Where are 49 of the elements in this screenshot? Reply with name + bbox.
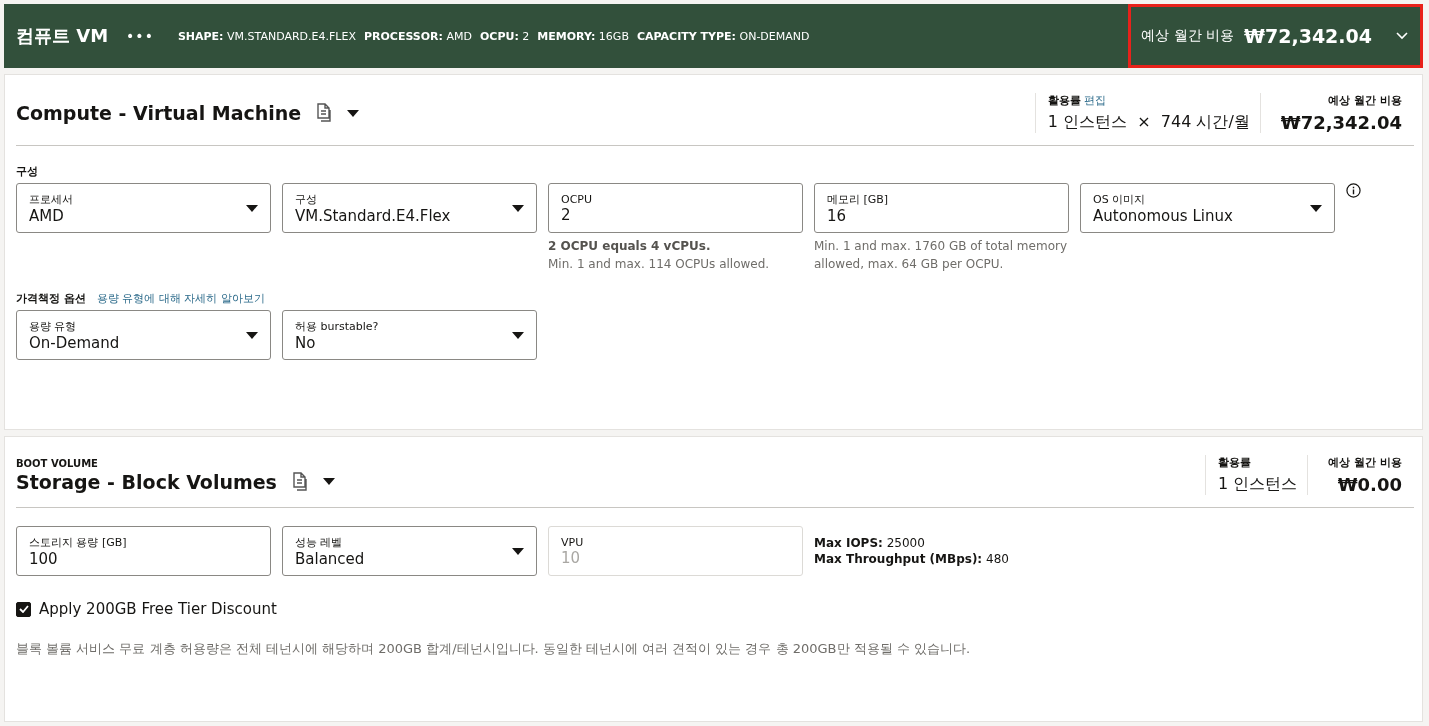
select-field[interactable]: 프로세서 AMD — [16, 183, 271, 233]
section-title: Compute - Virtual Machine — [16, 102, 302, 124]
info-icon[interactable] — [1346, 183, 1361, 198]
edit-link[interactable]: 편집 — [1083, 93, 1106, 108]
select-field[interactable]: OS 이미지 Autonomous Linux — [1080, 183, 1335, 233]
field-hint: 2 OCPU equals 4 vCPUs. Min. 1 and max. 114 OCPUs allowed. — [548, 238, 771, 273]
stat-text: Max IOPS: 25000 — [814, 536, 926, 550]
cost-value: ₩0.00 — [1337, 474, 1402, 495]
stat-text: Max Throughput (MBps): 480 — [814, 552, 1009, 566]
cost-value: ₩72,342.04 — [1280, 112, 1402, 133]
select-field[interactable]: 성능 레벨 Balanced — [282, 526, 537, 576]
spec-text: CAPACITY TYPE: ON-DEMAND — [636, 29, 810, 43]
caret-icon — [246, 204, 258, 212]
cost-summary[interactable]: 예상 월간 비용 ₩72,342.04 — [1128, 4, 1423, 68]
spec-text: OCPU: 2 — [480, 29, 530, 43]
usage-label: 활용률 — [1218, 455, 1252, 470]
usage-value: 1 인스턴스 — [1218, 474, 1298, 495]
caret-icon — [512, 331, 524, 339]
caret-icon — [512, 547, 524, 555]
usage-label: 활용률 — [1047, 93, 1081, 108]
more-menu[interactable]: ••• — [126, 28, 154, 44]
group-label: 구성 — [16, 164, 38, 179]
caret-icon — [1310, 204, 1322, 212]
input-field[interactable]: 메모리 [GB] 16 — [814, 183, 1069, 233]
input-field[interactable]: OCPU 2 — [548, 183, 803, 233]
spec-text: SHAPE: VM.STANDARD.E4.FLEX — [177, 29, 356, 43]
cost-label: 예상 월간 비용 — [1328, 93, 1402, 108]
header-title: 컴퓨트 VM — [16, 24, 109, 48]
checkbox[interactable] — [16, 601, 31, 617]
select-field[interactable]: 구성 VM.Standard.E4.Flex — [282, 183, 537, 233]
spec-text: PROCESSOR: AMD — [363, 29, 472, 43]
copy-icon[interactable] — [315, 103, 334, 123]
learn-more-link[interactable]: 용량 유형에 대해 자세히 알아보기 — [96, 291, 265, 306]
caret-icon — [512, 204, 524, 212]
section-title: Storage - Block Volumes — [16, 470, 277, 493]
usage-value: 1 인스턴스 × 744 시간/월 — [1047, 112, 1250, 133]
select-field[interactable]: 용량 유형 On-Demand — [16, 310, 271, 360]
select-field[interactable]: 허용 burstable? No — [282, 310, 537, 360]
free-tier-note: 블록 볼륨 서비스 무료 계층 허용량은 전체 테넌시에 해당하며 200GB 합계/테넌시입니다. 동일한 테넌시에 여러 견적이 있는 경우 총 200GB만 적용될 수 있습니다. — [16, 640, 972, 658]
group-label: 가격책정 옵션 — [16, 291, 86, 306]
cost-label: 예상 월간 비용 — [1328, 455, 1402, 470]
caret-icon — [246, 331, 258, 339]
section-eyebrow: BOOT VOLUME — [16, 457, 99, 469]
spec-text: MEMORY: 16GB — [537, 29, 629, 43]
copy-icon[interactable] — [290, 471, 309, 492]
input-field[interactable]: 스토리지 용량 [GB] 100 — [16, 526, 271, 576]
field-hint: Min. 1 and max. 1760 GB of total memory allowed, max. 64 GB per OCPU. — [814, 238, 1068, 273]
chevron-icon — [1396, 32, 1408, 40]
discount-checkbox-row[interactable]: Apply 200GB Free Tier Discount — [16, 600, 1414, 618]
